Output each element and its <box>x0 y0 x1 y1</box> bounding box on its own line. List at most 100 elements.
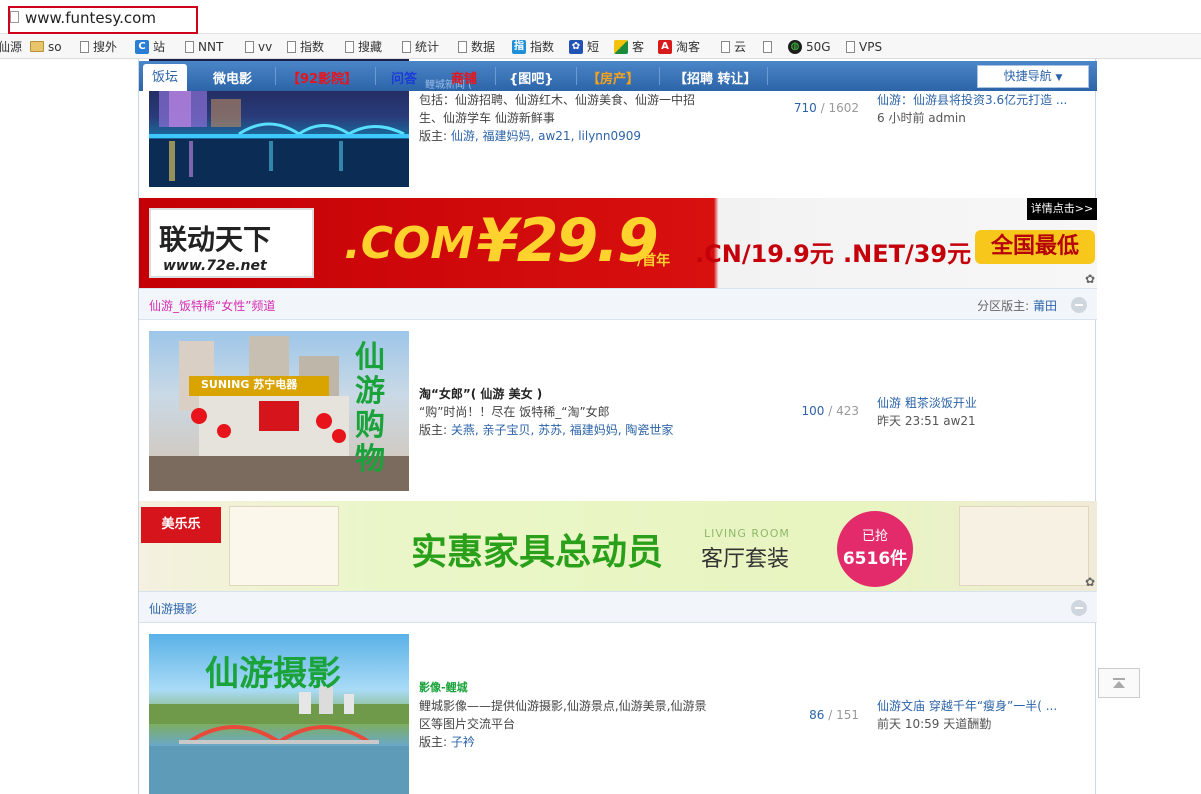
nav-tab-shops[interactable]: 商铺 <box>451 68 477 87</box>
page-icon <box>402 40 411 53</box>
forum1-desc: 生、仙游学车 仙游新鲜事 <box>419 111 555 125</box>
ad-cn-price: .CN/19.9元 <box>695 240 834 268</box>
ad-detail-link[interactable]: 详情点击>> <box>1027 198 1097 220</box>
last-post-link[interactable]: 仙游：仙游县将投资3.6亿元打造 ... <box>877 91 1067 109</box>
quick-nav-label: 快捷导航 <box>1003 69 1052 83</box>
ad-badge-label: 已抢 <box>861 529 888 544</box>
post-count: 1602 <box>828 101 859 115</box>
furniture-tv-stand-image <box>959 506 1089 586</box>
ad-logo: 美乐乐 <box>141 507 221 543</box>
forum2-title[interactable]: 淘“女郎”( 仙游 美女 ) <box>419 385 673 403</box>
nav-divider <box>275 67 276 85</box>
forum-image-photography[interactable]: 仙游摄影 <box>149 634 409 794</box>
furniture-ad-banner[interactable]: 美乐乐 实惠家具总动员 LIVING ROOM 客厅套装 已抢 6516件 ✿ <box>139 501 1097 591</box>
last-post-time: 前天 10:59 天道酬勤 <box>877 717 992 731</box>
quick-nav-dropdown[interactable]: 快捷导航 ▼ <box>977 65 1089 88</box>
bookmark-item[interactable]: A 淘客 <box>658 38 700 55</box>
bookmark-item[interactable]: NNT <box>185 38 223 55</box>
last-post-link[interactable]: 仙游文庙 穿越千年“瘦身”一半( ... <box>877 697 1057 715</box>
ad-com-text: .COM <box>344 218 475 269</box>
bookmark-item[interactable]: ✿ 短 <box>569 38 599 55</box>
bookmark-item[interactable]: vv <box>245 38 272 55</box>
moderator-links[interactable]: 仙游, 福建妈妈, aw21, lilynn0909 <box>451 129 641 143</box>
forum1-desc: 包括：仙游招聘、仙游红木、仙游美食、仙游一中招 <box>419 93 696 107</box>
last-post-time: 昨天 23:51 aw21 <box>877 414 976 428</box>
collapse-icon[interactable] <box>1071 600 1087 616</box>
moderator-label: 版主: <box>419 735 448 749</box>
section-title[interactable]: 仙游_饭特稀“女性”频道 <box>149 297 275 314</box>
page-icon <box>287 40 296 53</box>
forum3-image-text: 仙游摄影 <box>205 654 341 694</box>
ad-logo-box: 联动天下 www.72e.net <box>149 208 314 278</box>
page-icon <box>80 40 89 53</box>
forum2-desc: “购”时尚！！尽在 饭特稀_“淘”女郎 <box>419 405 610 419</box>
ad-price: ¥29.9 <box>477 206 659 276</box>
nav-divider <box>576 67 577 85</box>
thread-count: 710 <box>793 101 817 115</box>
page-icon <box>185 40 194 53</box>
ad-brand: 联动天下 <box>159 223 272 256</box>
collapse-icon[interactable] <box>1071 297 1087 313</box>
bookmark-item[interactable]: 统计 <box>402 38 439 55</box>
forum2-last-post: 仙游 粗茶淡饭开业 昨天 23:51 aw21 <box>877 394 977 430</box>
section-title[interactable]: 仙游摄影 <box>149 600 197 617</box>
nav-tab-real-estate[interactable]: 【房产】 <box>587 68 639 87</box>
back-to-top-button[interactable] <box>1098 668 1140 698</box>
ad-headline: 实惠家具总动员 <box>411 532 664 573</box>
nav-tab-jobs[interactable]: 【招聘 转让】 <box>674 68 757 87</box>
forum3-desc: 鲤城影像——提供仙游摄影,仙游景点,仙游美景,仙游景 <box>419 699 707 713</box>
globe-icon: ◍ <box>788 39 802 54</box>
nav-divider <box>375 67 376 85</box>
nav-tab-micro-film[interactable]: 微电影 <box>213 68 252 87</box>
forum3-title[interactable]: 影像-鲤城 <box>419 679 706 697</box>
bookmark-item[interactable]: so <box>30 38 62 55</box>
last-post-time: 6 小时前 admin <box>877 111 966 125</box>
bookmark-item[interactable]: 指数 <box>287 38 324 55</box>
paw-icon: ✿ <box>1084 272 1095 286</box>
bookmark-item[interactable]: C站 <box>135 38 165 55</box>
bookmark-item[interactable]: 指指数 <box>512 38 554 55</box>
moderator-links[interactable]: 子衿 <box>451 735 475 749</box>
forum3-counts: 86 / 151 <box>809 708 859 722</box>
bookmark-item[interactable]: ◍ 50G <box>788 38 831 55</box>
ad-badge: 已抢 6516件 <box>837 511 913 587</box>
bookmark-item[interactable] <box>763 38 776 55</box>
section-moderator-label: 分区版主: <box>977 299 1030 313</box>
furniture-cabinet-image <box>229 506 339 586</box>
bookmark-item[interactable]: VPS <box>846 38 882 55</box>
address-bar[interactable]: www.funtesy.com <box>0 0 1201 34</box>
folder-icon <box>30 41 44 52</box>
store-sign: SUNING 苏宁电器 <box>201 378 298 391</box>
moderator-links[interactable]: 关燕, 亲子宝贝, 苏苏, 福建妈妈, 陶瓷世家 <box>451 423 674 437</box>
domain-ad-banner[interactable]: 联动天下 www.72e.net .COM ¥29.9 /首年 .CN/19.9… <box>139 198 1097 288</box>
page-icon <box>245 40 254 53</box>
section-header-photography: 仙游摄影 <box>139 591 1097 623</box>
page-icon <box>345 40 354 53</box>
ad-cta-badge: 全国最低 <box>975 230 1095 264</box>
forum-image-suning-store[interactable]: SUNING 苏宁电器 仙游购物 <box>149 331 409 491</box>
ad-net-price: .NET/39元 <box>843 240 972 268</box>
ad-badge-count: 6516件 <box>842 549 908 569</box>
forum3-info: 影像-鲤城 鲤城影像——提供仙游摄影,仙游景点,仙游美景,仙游景 区等图片交流平… <box>419 679 706 751</box>
forum2-image-text: 仙游购物 <box>355 340 385 477</box>
forum3-desc: 区等图片交流平台 <box>419 717 516 731</box>
nav-tab-qa[interactable]: 问答 <box>391 68 417 87</box>
bookmark-item[interactable]: 云 <box>721 38 746 55</box>
bookmark-item[interactable]: 仙源 <box>0 38 22 55</box>
bookmark-item[interactable]: 搜外 <box>80 38 117 55</box>
bookmark-item[interactable]: 数据 <box>458 38 495 55</box>
thread-count: 86 <box>809 708 825 722</box>
forum1-info: 包括：仙游招聘、仙游红木、仙游美食、仙游一中招 生、仙游学车 仙游新鲜事 版主:… <box>419 91 695 145</box>
forum1-counts: 710 / 1602 <box>793 101 859 115</box>
nav-tab-photos[interactable]: {图吧} <box>509 68 554 87</box>
bookmark-item[interactable]: 搜藏 <box>345 38 382 55</box>
post-count: 423 <box>836 404 859 418</box>
moderator-label: 版主: <box>419 129 448 143</box>
forum2-counts: 100 / 423 <box>801 404 859 418</box>
section-moderator-link[interactable]: 莆田 <box>1033 299 1057 313</box>
nav-tab-cinema[interactable]: 【92影院】 <box>287 68 357 87</box>
last-post-link[interactable]: 仙游 粗茶淡饭开业 <box>877 394 977 412</box>
nav-tab-fantan[interactable]: 饭坛 <box>143 64 188 91</box>
bookmark-item[interactable]: 客 <box>614 38 644 55</box>
forum-page: 包括：仙游招聘、仙游红木、仙游美食、仙游一中招 生、仙游学车 仙游新鲜事 版主:… <box>138 59 1097 794</box>
